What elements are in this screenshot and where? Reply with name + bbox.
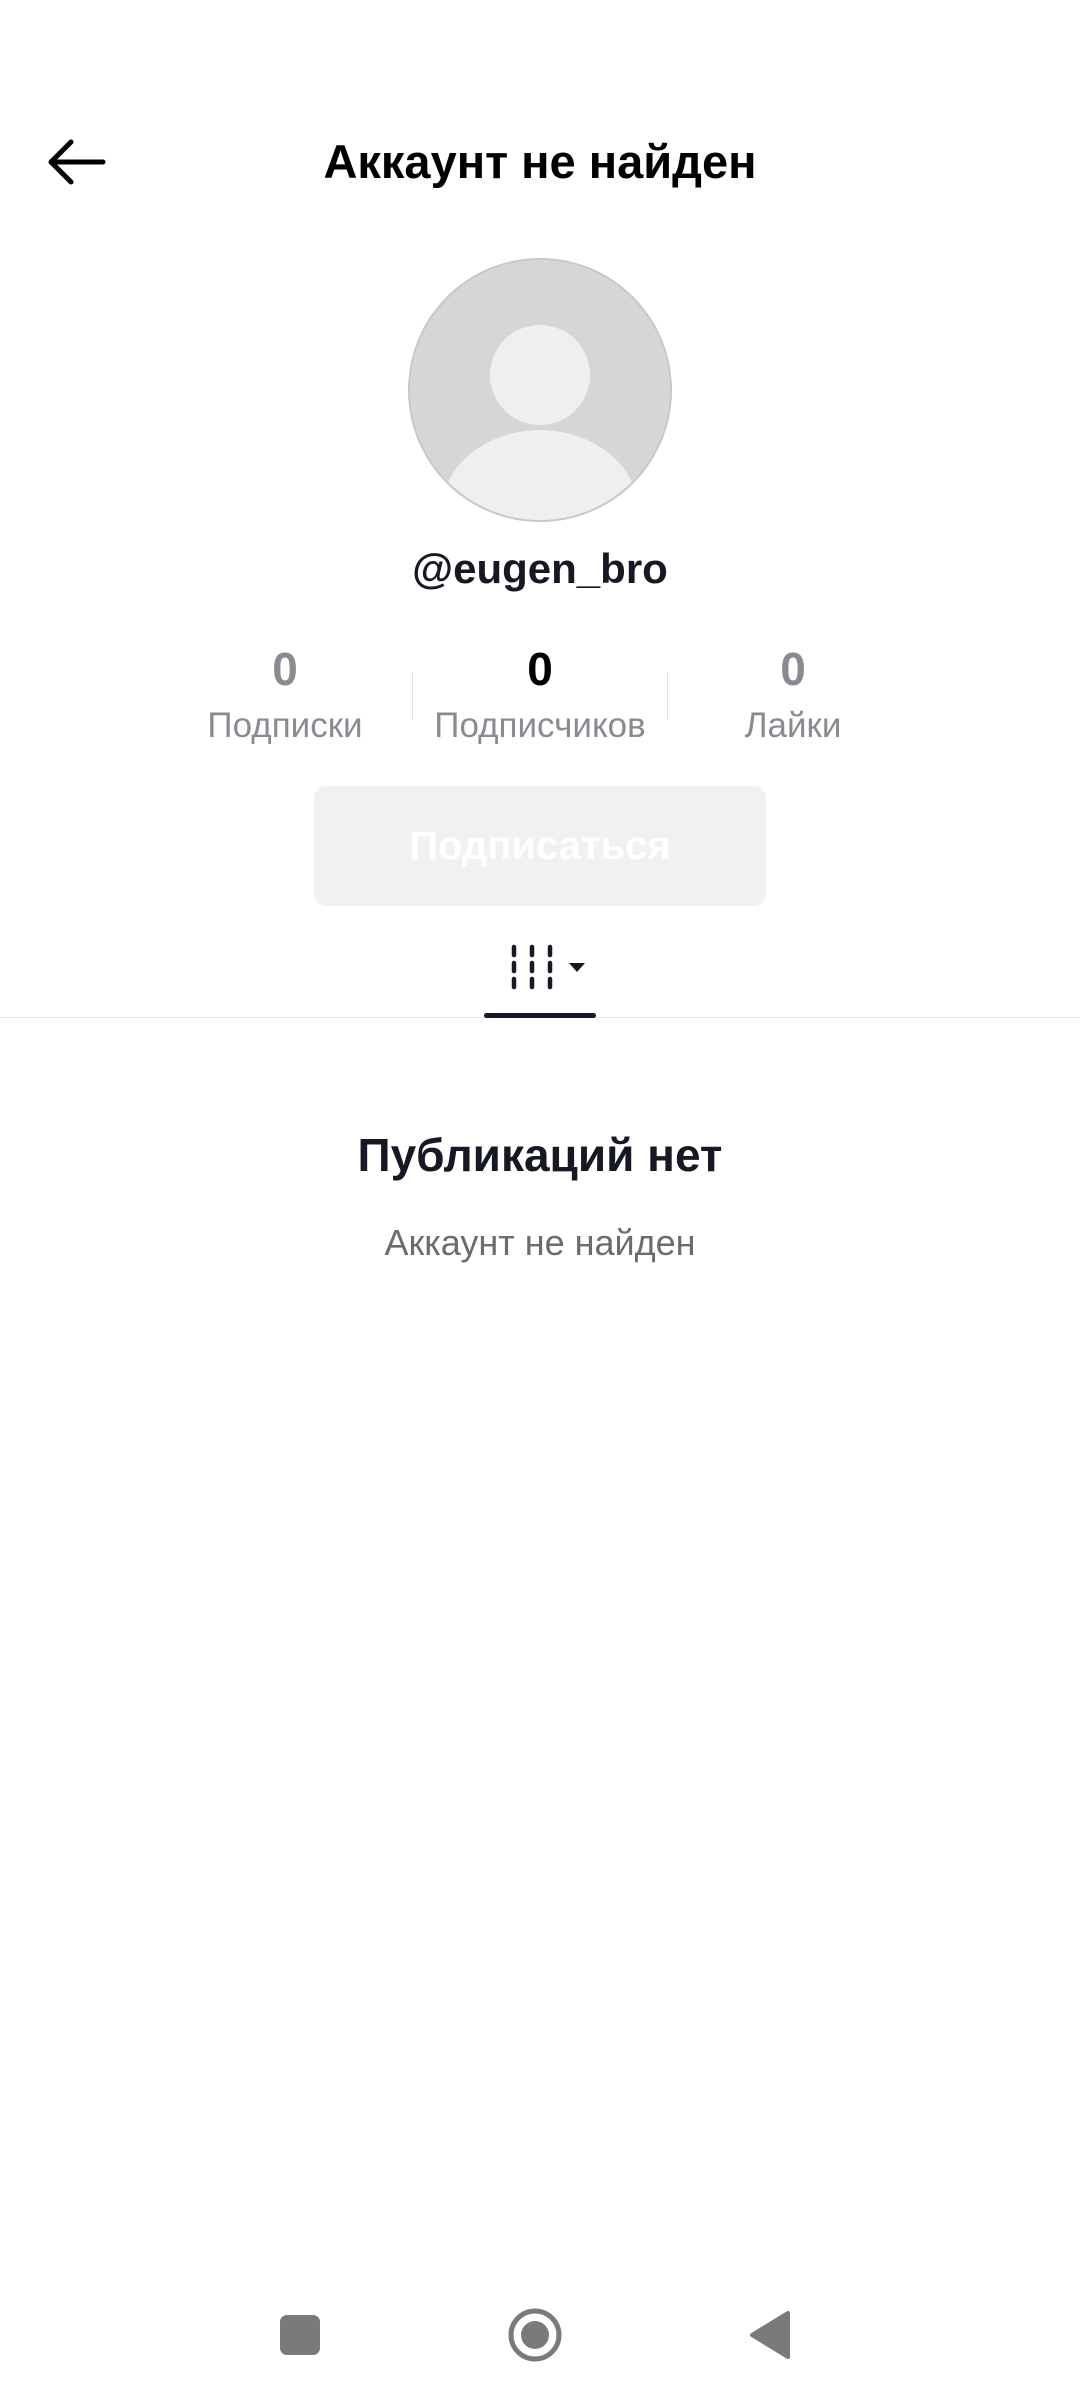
screen: Аккаунт не найден @eugen_bro 0 Подписки … bbox=[0, 0, 1080, 2400]
circle-icon bbox=[508, 2308, 562, 2362]
stat-divider bbox=[412, 672, 413, 720]
follow-button[interactable]: Подписаться bbox=[314, 786, 766, 906]
stat-following-label: Подписки bbox=[207, 706, 363, 745]
stat-likes[interactable]: 0 Лайки bbox=[673, 640, 913, 750]
stat-likes-value: 0 bbox=[780, 643, 806, 695]
tab-videos[interactable] bbox=[484, 925, 596, 1018]
stat-divider bbox=[667, 672, 668, 720]
square-icon bbox=[280, 2315, 320, 2355]
triangle-back-icon bbox=[750, 2311, 790, 2359]
stat-likes-label: Лайки bbox=[744, 706, 842, 745]
stat-following[interactable]: 0 Подписки bbox=[165, 640, 405, 750]
header: Аккаунт не найден bbox=[0, 100, 1080, 230]
empty-state-title: Публикаций нет bbox=[357, 1129, 723, 1181]
stat-followers-label: Подписчиков bbox=[434, 706, 646, 745]
home-button[interactable] bbox=[495, 2300, 575, 2370]
tab-indicator bbox=[484, 1013, 596, 1018]
empty-state-subtitle: Аккаунт не найден bbox=[384, 1222, 696, 1263]
system-navigation-bar bbox=[0, 2270, 1080, 2400]
profile-stats: 0 Подписки 0 Подписчиков 0 Лайки bbox=[0, 640, 1080, 760]
username: @eugen_bro bbox=[412, 545, 668, 592]
videos-grid-dropdown-icon bbox=[511, 944, 585, 990]
content-tabs bbox=[0, 925, 1080, 1018]
recents-button[interactable] bbox=[260, 2300, 340, 2370]
stat-following-value: 0 bbox=[272, 643, 298, 695]
stat-followers-value: 0 bbox=[527, 643, 553, 695]
default-avatar-icon bbox=[410, 260, 670, 520]
avatar bbox=[408, 258, 672, 522]
stat-followers[interactable]: 0 Подписчиков bbox=[420, 640, 660, 750]
page-title: Аккаунт не найден bbox=[323, 135, 757, 188]
system-back-button[interactable] bbox=[730, 2300, 810, 2370]
